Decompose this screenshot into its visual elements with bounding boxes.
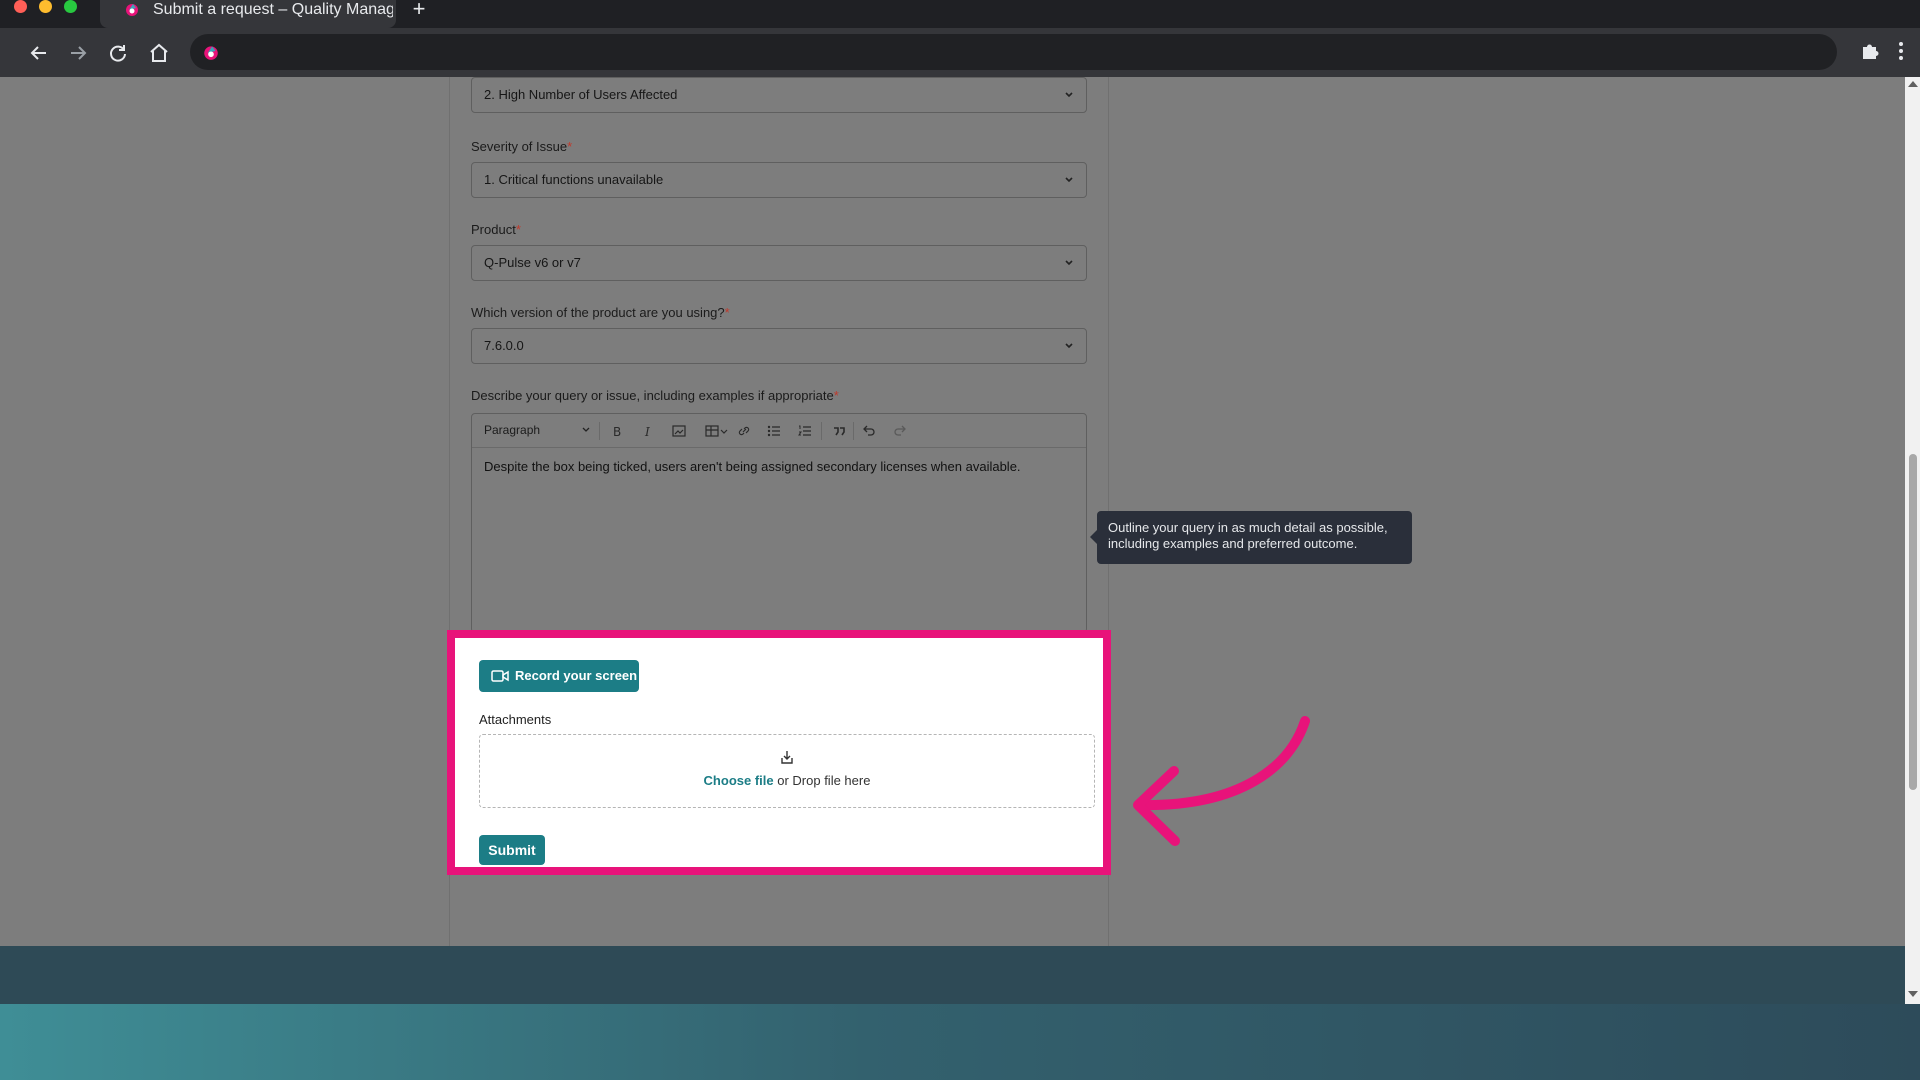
pointer-arrow-icon bbox=[1133, 716, 1310, 846]
reload-icon[interactable] bbox=[106, 41, 130, 65]
link-icon[interactable] bbox=[736, 423, 752, 439]
address-bar[interactable] bbox=[190, 34, 1837, 70]
chevron-down-icon bbox=[1065, 177, 1073, 183]
browser-toolbar bbox=[0, 28, 1920, 77]
chevron-down-icon[interactable] bbox=[719, 423, 729, 439]
record-screen-button[interactable]: Record your screen bbox=[479, 660, 639, 692]
tooltip-text: Outline your query in as much detail as … bbox=[1108, 520, 1388, 551]
zoom-window-icon[interactable] bbox=[64, 0, 77, 13]
chevron-down-icon bbox=[1065, 260, 1073, 266]
severity-select[interactable]: 1. Critical functions unavailable bbox=[471, 162, 1087, 198]
product-select[interactable]: Q-Pulse v6 or v7 bbox=[471, 245, 1087, 281]
chevron-down-icon bbox=[1065, 343, 1073, 349]
close-window-icon[interactable] bbox=[14, 0, 27, 13]
description-tooltip: Outline your query in as much detail as … bbox=[1090, 511, 1412, 564]
svg-text:I: I bbox=[644, 425, 650, 439]
bold-icon[interactable]: B bbox=[609, 423, 625, 439]
browser-tab-bar: Submit a request – Quality Manag + bbox=[0, 0, 1920, 28]
scroll-up-icon[interactable] bbox=[1908, 81, 1918, 87]
scroll-thumb[interactable] bbox=[1909, 454, 1917, 790]
version-select[interactable]: 7.6.0.0 bbox=[471, 328, 1087, 364]
redo-icon[interactable] bbox=[892, 423, 908, 439]
dropzone-text: Choose file or Drop file here bbox=[480, 773, 1094, 789]
description-editor[interactable]: Paragraph B I Despite the box being tick… bbox=[471, 413, 1087, 633]
attachments-label: Attachments bbox=[479, 712, 552, 727]
editor-toolbar: Paragraph B I bbox=[472, 414, 1086, 448]
home-icon[interactable] bbox=[147, 41, 171, 65]
tab-title: Submit a request – Quality Manag bbox=[153, 1, 393, 18]
video-camera-icon bbox=[491, 670, 509, 682]
submit-button[interactable]: Submit bbox=[479, 835, 545, 865]
scroll-down-icon[interactable] bbox=[1908, 991, 1918, 997]
severity-label: Severity of Issue* bbox=[471, 139, 573, 154]
undo-icon[interactable] bbox=[861, 423, 877, 439]
product-label: Product* bbox=[471, 222, 521, 237]
chevron-down-icon bbox=[1065, 92, 1073, 98]
minimize-window-icon[interactable] bbox=[39, 0, 52, 13]
quote-icon[interactable] bbox=[831, 423, 847, 439]
version-label: Which version of the product are you usi… bbox=[471, 305, 730, 320]
toolbar-divider bbox=[599, 422, 600, 440]
drop-file-text: or Drop file here bbox=[773, 773, 871, 788]
forward-icon[interactable] bbox=[66, 41, 90, 65]
version-value: 7.6.0.0 bbox=[484, 338, 524, 353]
file-dropzone[interactable]: Choose file or Drop file here bbox=[479, 734, 1095, 808]
site-favicon-icon bbox=[126, 4, 138, 16]
choose-file-link[interactable]: Choose file bbox=[704, 773, 774, 788]
chevron-down-icon bbox=[582, 427, 590, 432]
numbered-list-icon[interactable] bbox=[797, 423, 813, 439]
extensions-puzzle-icon[interactable] bbox=[1859, 40, 1881, 62]
table-icon[interactable] bbox=[704, 423, 720, 439]
back-icon[interactable] bbox=[27, 41, 51, 65]
product-value: Q-Pulse v6 or v7 bbox=[484, 255, 581, 270]
browser-menu-icon[interactable] bbox=[1896, 40, 1906, 62]
paragraph-style-select[interactable]: Paragraph bbox=[484, 423, 540, 437]
description-label: Describe your query or issue, including … bbox=[471, 388, 839, 403]
image-icon[interactable] bbox=[671, 423, 687, 439]
italic-icon[interactable]: I bbox=[640, 423, 656, 439]
record-screen-label: Record your screen bbox=[515, 668, 638, 683]
desktop-background bbox=[0, 1004, 1920, 1080]
bulleted-list-icon[interactable] bbox=[766, 423, 782, 439]
priority-select[interactable]: 2. High Number of Users Affected bbox=[471, 77, 1087, 113]
severity-value: 1. Critical functions unavailable bbox=[484, 172, 664, 187]
priority-value: 2. High Number of Users Affected bbox=[484, 87, 678, 102]
page-viewport: 2. High Number of Users Affected Severit… bbox=[0, 77, 1905, 946]
toolbar-divider bbox=[853, 422, 854, 440]
upload-icon bbox=[781, 751, 793, 764]
svg-text:B: B bbox=[613, 425, 621, 439]
new-tab-button[interactable]: + bbox=[408, 0, 430, 20]
toolbar-divider bbox=[821, 422, 822, 440]
page-scrollbar[interactable] bbox=[1905, 77, 1920, 1004]
site-favicon-icon bbox=[204, 46, 218, 60]
highlight-box: Record your screen Attachments Choose fi… bbox=[447, 630, 1111, 875]
description-text[interactable]: Despite the box being ticked, users aren… bbox=[484, 459, 1021, 475]
browser-tab[interactable]: Submit a request – Quality Manag bbox=[100, 0, 396, 28]
